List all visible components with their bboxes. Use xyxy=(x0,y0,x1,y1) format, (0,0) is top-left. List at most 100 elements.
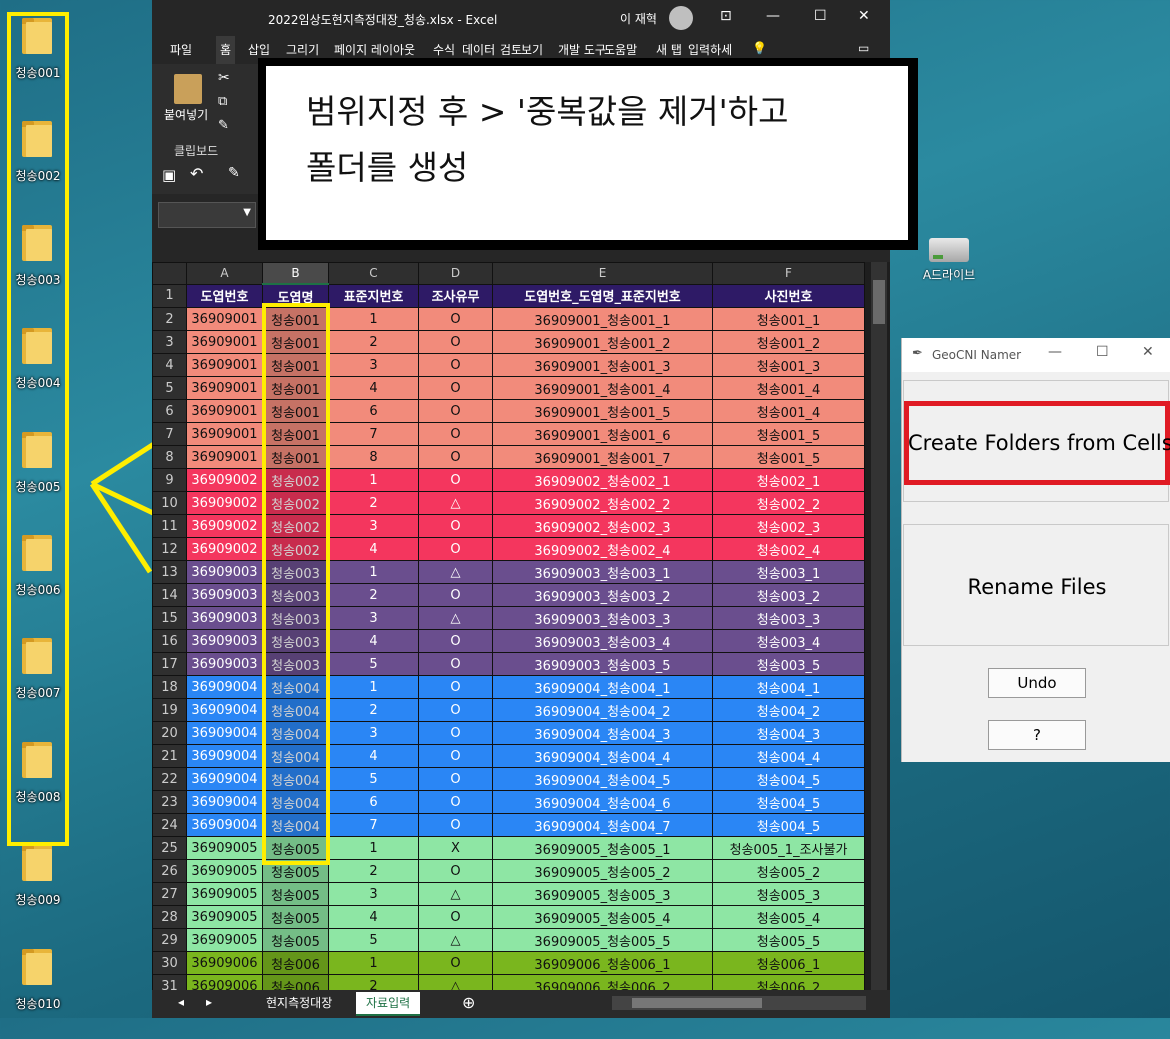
table-cell[interactable]: 청송004_1 xyxy=(712,675,865,699)
table-cell[interactable]: 청송005 xyxy=(262,905,329,929)
table-cell[interactable]: △ xyxy=(418,560,493,584)
table-cell[interactable]: 36909004 xyxy=(186,721,263,745)
table-cell[interactable]: 청송005_1_조사불가 xyxy=(712,836,865,860)
ribbon-tab-0[interactable]: 파일 xyxy=(170,41,192,58)
column-header-A[interactable]: A xyxy=(186,262,263,285)
row-header[interactable]: 13 xyxy=(152,560,187,584)
ribbon-tab-8[interactable]: 보기 xyxy=(521,41,543,58)
undo-button[interactable]: Undo xyxy=(988,668,1086,698)
table-cell[interactable]: 36909004 xyxy=(186,675,263,699)
copy-icon[interactable]: ⧉ xyxy=(218,94,227,109)
table-cell[interactable]: 36909002_청송002_4 xyxy=(492,537,713,561)
row-header[interactable]: 22 xyxy=(152,767,187,791)
format-painter-icon[interactable]: ✎ xyxy=(218,118,229,133)
table-cell[interactable]: △ xyxy=(418,882,493,906)
row-header[interactable]: 4 xyxy=(152,353,187,377)
table-cell[interactable]: 36909003_청송003_2 xyxy=(492,583,713,607)
table-cell[interactable]: 청송004_2 xyxy=(712,698,865,722)
table-cell[interactable]: 청송002_2 xyxy=(712,491,865,515)
row-header[interactable]: 24 xyxy=(152,813,187,837)
table-cell[interactable]: 청송001_4 xyxy=(712,376,865,400)
table-cell[interactable]: 36909004 xyxy=(186,744,263,768)
desktop-folder-청송009[interactable]: 청송009 xyxy=(0,839,76,935)
table-cell[interactable]: 청송004_5 xyxy=(712,813,865,837)
row-header[interactable]: 29 xyxy=(152,928,187,952)
ribbon-tab-3[interactable]: 그리기 xyxy=(286,41,319,58)
row-header[interactable]: 5 xyxy=(152,376,187,400)
table-cell[interactable]: 36909002 xyxy=(186,468,263,492)
table-cell[interactable]: O xyxy=(418,905,493,929)
table-cell[interactable]: 4 xyxy=(328,744,419,768)
table-cell[interactable]: O xyxy=(418,537,493,561)
table-cell[interactable]: 3 xyxy=(328,353,419,377)
table-cell[interactable]: 36909001_청송001_6 xyxy=(492,422,713,446)
table-cell[interactable]: △ xyxy=(418,928,493,952)
column-header-D[interactable]: D xyxy=(418,262,493,285)
row-header[interactable]: 18 xyxy=(152,675,187,699)
table-cell[interactable]: 36909006_청송006_1 xyxy=(492,951,713,975)
table-cell[interactable]: 청송001_4 xyxy=(712,399,865,423)
table-cell[interactable]: 청송003_1 xyxy=(712,560,865,584)
table-cell[interactable]: 36909005_청송005_1 xyxy=(492,836,713,860)
table-cell[interactable]: 청송005_3 xyxy=(712,882,865,906)
table-cell[interactable]: 36909004 xyxy=(186,790,263,814)
table-cell[interactable]: O xyxy=(418,583,493,607)
table-cell[interactable]: 36909003 xyxy=(186,652,263,676)
table-cell[interactable]: O xyxy=(418,767,493,791)
row-header[interactable]: 25 xyxy=(152,836,187,860)
table-cell[interactable]: 36909004_청송004_1 xyxy=(492,675,713,699)
row-header[interactable]: 2 xyxy=(152,307,187,331)
table-cell[interactable]: 청송002_1 xyxy=(712,468,865,492)
table-cell[interactable]: 7 xyxy=(328,813,419,837)
select-all-corner[interactable] xyxy=(152,262,187,285)
table-cell[interactable]: 36909003 xyxy=(186,629,263,653)
row-header[interactable]: 23 xyxy=(152,790,187,814)
table-cell[interactable]: 36909004_청송004_2 xyxy=(492,698,713,722)
column-header-C[interactable]: C xyxy=(328,262,419,285)
table-cell[interactable]: O xyxy=(418,307,493,331)
add-sheet-icon[interactable]: ⊕ xyxy=(462,993,475,1012)
row-header[interactable]: 17 xyxy=(152,652,187,676)
table-cell[interactable]: 36909003_청송003_4 xyxy=(492,629,713,653)
column-header-F[interactable]: F xyxy=(712,262,865,285)
ribbon-tab-5[interactable]: 수식 xyxy=(433,41,455,58)
table-cell[interactable]: O xyxy=(418,951,493,975)
table-cell[interactable]: 36909005 xyxy=(186,859,263,883)
undo-icon[interactable]: ↶ xyxy=(190,164,203,183)
table-cell[interactable]: 36909005 xyxy=(186,905,263,929)
table-cell[interactable]: 36909003_청송003_3 xyxy=(492,606,713,630)
table-cell[interactable]: 5 xyxy=(328,767,419,791)
ribbon-tab-1[interactable]: 홈 xyxy=(216,36,236,64)
table-cell[interactable]: 36909002 xyxy=(186,491,263,515)
table-cell[interactable]: 36909003_청송003_5 xyxy=(492,652,713,676)
sheet-tab-0[interactable]: 현지측정대장 xyxy=(256,992,342,1014)
table-cell[interactable]: 36909004_청송004_5 xyxy=(492,767,713,791)
table-cell[interactable]: 4 xyxy=(328,537,419,561)
table-cell[interactable]: 청송006_1 xyxy=(712,951,865,975)
table-cell[interactable]: 36909001 xyxy=(186,445,263,469)
table-cell[interactable]: O xyxy=(418,468,493,492)
save-icon[interactable]: ▣ xyxy=(162,166,176,184)
format-painter-qat-icon[interactable]: ✎ xyxy=(228,165,240,181)
table-cell[interactable]: 36909001 xyxy=(186,330,263,354)
table-cell[interactable]: 청송005_2 xyxy=(712,859,865,883)
rename-files-button[interactable]: Rename Files xyxy=(903,524,1169,646)
ribbon-display-icon[interactable]: ⊡ xyxy=(720,8,732,24)
row-header[interactable]: 3 xyxy=(152,330,187,354)
table-cell[interactable]: 36909002 xyxy=(186,537,263,561)
table-cell[interactable]: 3 xyxy=(328,606,419,630)
table-cell[interactable]: 36909003 xyxy=(186,606,263,630)
create-folders-button[interactable]: Create Folders from Cells xyxy=(903,380,1170,502)
row-header[interactable]: 26 xyxy=(152,859,187,883)
table-cell[interactable]: 청송006 xyxy=(262,951,329,975)
table-cell[interactable]: 청송004_3 xyxy=(712,721,865,745)
table-cell[interactable]: 2 xyxy=(328,583,419,607)
horizontal-scrollbar[interactable] xyxy=(612,996,866,1010)
avatar[interactable] xyxy=(669,6,693,30)
row-header[interactable]: 16 xyxy=(152,629,187,653)
table-cell[interactable]: 4 xyxy=(328,376,419,400)
table-cell[interactable]: 36909001 xyxy=(186,422,263,446)
cut-icon[interactable]: ✂ xyxy=(218,70,230,86)
row-header[interactable]: 1 xyxy=(152,283,187,308)
table-cell[interactable]: 청송003_5 xyxy=(712,652,865,676)
